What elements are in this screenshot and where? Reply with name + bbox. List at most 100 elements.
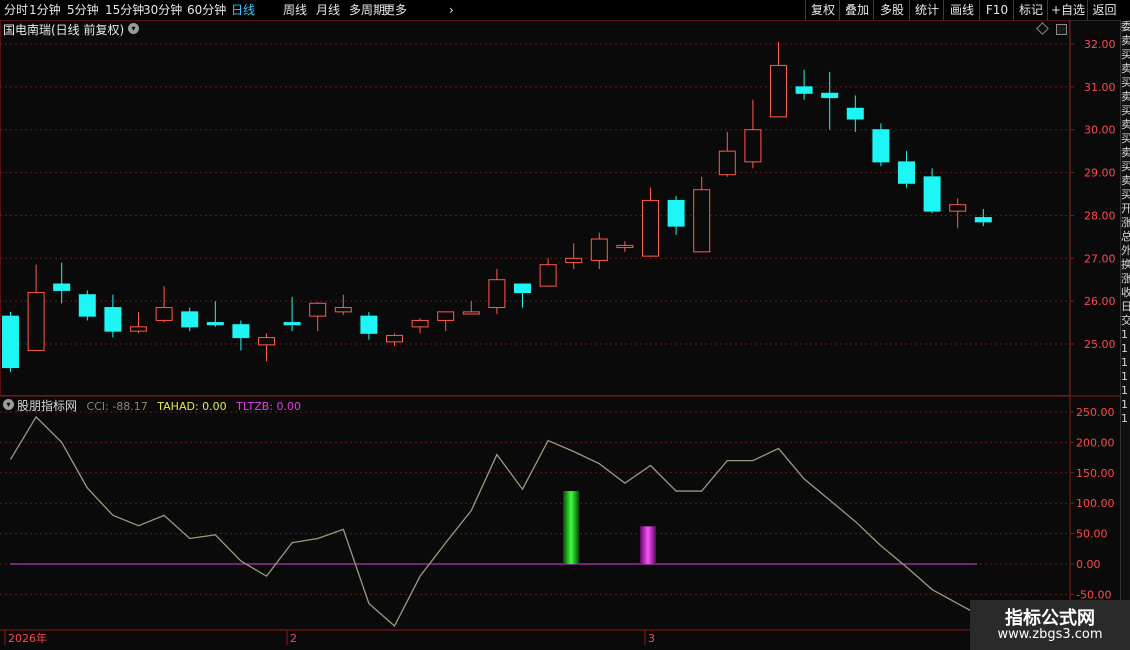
period-tab-10[interactable]: 更多 — [383, 0, 407, 20]
toolbar-button-7[interactable]: +自选 — [1047, 0, 1088, 20]
candle-body — [974, 217, 992, 223]
main-panel-frame — [0, 20, 1070, 396]
candle-body — [181, 311, 199, 328]
period-tab-1[interactable]: 1分钟 — [29, 0, 61, 20]
side-panel-char: 卖 — [1121, 90, 1130, 104]
period-tab-7[interactable]: 周线 — [283, 0, 307, 20]
candle-body — [872, 129, 890, 163]
candle-body — [693, 189, 711, 253]
side-panel-char: 1 — [1121, 398, 1128, 411]
candle-body — [386, 334, 403, 343]
candle-body — [488, 279, 506, 309]
date-label: 3 — [648, 632, 655, 645]
side-panel-char: 买 — [1121, 76, 1130, 90]
watermark-url: www.zbgs3.com — [997, 627, 1103, 642]
price-tick-label: 27.00 — [1084, 252, 1116, 265]
side-panel-char: 1 — [1121, 356, 1128, 369]
side-panel-char: 买 — [1121, 104, 1130, 118]
cci-tick-label: 200.00 — [1076, 436, 1115, 449]
tltzb-bar — [639, 526, 656, 564]
side-panel-char: 涨 — [1121, 216, 1130, 230]
candle-body — [565, 257, 583, 264]
candle-body — [411, 319, 429, 328]
period-tab-6[interactable]: 日线 — [231, 0, 255, 20]
side-panel-char: 1 — [1121, 328, 1128, 341]
candle-body — [514, 283, 531, 294]
candle-body — [642, 199, 659, 257]
candle-body — [744, 129, 762, 163]
period-tab-9[interactable]: 多周期 — [349, 0, 385, 20]
cci-tick-label: 250.00 — [1076, 406, 1115, 419]
candle-body — [53, 283, 71, 291]
date-label: 2 — [290, 632, 297, 645]
watermark-logo: 指标公式网 www.zbgs3.com — [970, 600, 1130, 650]
side-panel-char: 卖 — [1121, 62, 1130, 76]
toolbar-button-2[interactable]: 多股 — [873, 0, 910, 20]
candle-body — [258, 337, 275, 346]
chevron-down-icon[interactable]: ▾ — [3, 399, 14, 410]
side-panel-char: 日 — [1121, 300, 1130, 314]
period-tab-8[interactable]: 月线 — [316, 0, 340, 20]
period-tab-0[interactable]: 分时 — [4, 0, 28, 20]
cci-tick-label: 150.00 — [1076, 467, 1115, 480]
candle-body — [770, 64, 787, 118]
price-tick-label: 32.00 — [1084, 38, 1116, 51]
side-panel-char: 收 — [1121, 286, 1130, 300]
candle-body — [462, 311, 480, 315]
tahad-value-label: TAHAD: 0.00 — [157, 400, 227, 413]
tltzb-value-label: TLTZB: 0.00 — [236, 400, 301, 413]
candle-body — [27, 292, 45, 351]
toolbar-button-8[interactable]: 返回 — [1087, 0, 1121, 20]
candle-body — [232, 324, 250, 339]
tahad-bar — [563, 491, 580, 564]
candle-body — [667, 199, 685, 227]
candle-body — [590, 238, 608, 261]
candle-body — [821, 92, 839, 99]
candle-body — [949, 204, 967, 212]
price-tick-label: 25.00 — [1084, 338, 1116, 351]
more-chevron-icon[interactable]: › — [449, 0, 454, 20]
period-tab-4[interactable]: 30分钟 — [143, 0, 182, 20]
side-panel-char: 买 — [1121, 48, 1130, 62]
candle-body — [206, 322, 224, 326]
side-panel-char: 1 — [1121, 384, 1128, 397]
side-panel-char: 买 — [1121, 132, 1130, 146]
candle-body — [130, 326, 147, 332]
price-tick-label: 26.00 — [1084, 295, 1116, 308]
side-panel-char: 委 — [1121, 20, 1130, 34]
candle-body — [923, 176, 941, 212]
side-panel-char: 卖 — [1121, 118, 1130, 132]
candle-body — [795, 86, 813, 94]
side-panel-char: 外 — [1121, 244, 1130, 258]
candle-body — [539, 264, 557, 287]
side-panel-char: 1 — [1121, 370, 1128, 383]
candle-body — [155, 307, 173, 321]
candle-body — [104, 307, 122, 332]
cci-value-label: CCI: -88.17 — [86, 400, 148, 413]
period-tab-2[interactable]: 5分钟 — [67, 0, 99, 20]
price-tick-label: 29.00 — [1084, 167, 1116, 180]
cci-tick-label: 50.00 — [1076, 528, 1108, 541]
candle-body — [334, 307, 352, 313]
side-panel-char: 买 — [1121, 160, 1130, 174]
candle-body — [360, 315, 378, 334]
toolbar-button-1[interactable]: 叠加 — [839, 0, 874, 20]
toolbar-button-0[interactable]: 复权 — [805, 0, 840, 20]
toolbar-button-4[interactable]: 画线 — [943, 0, 980, 20]
side-panel-char: 1 — [1121, 412, 1128, 425]
side-panel-char: 卖 — [1121, 146, 1130, 160]
toolbar-button-6[interactable]: 标记 — [1013, 0, 1048, 20]
side-panel-char: 卖 — [1121, 174, 1130, 188]
toolbar-button-5[interactable]: F10 — [979, 0, 1014, 20]
quote-side-panel: 委卖买卖买卖买卖买卖买卖买开涨总外换涨收日交1111111 — [1120, 20, 1130, 650]
side-panel-char: 交 — [1121, 314, 1130, 328]
date-label: 2026年 — [8, 631, 47, 645]
candle-body — [846, 107, 864, 120]
toolbar-button-3[interactable]: 统计 — [909, 0, 944, 20]
candle-body — [309, 302, 327, 317]
period-tab-3[interactable]: 15分钟 — [105, 0, 144, 20]
candle-body — [78, 294, 96, 317]
period-tab-5[interactable]: 60分钟 — [187, 0, 226, 20]
price-tick-label: 30.00 — [1084, 124, 1116, 137]
side-panel-char: 涨 — [1121, 272, 1130, 286]
